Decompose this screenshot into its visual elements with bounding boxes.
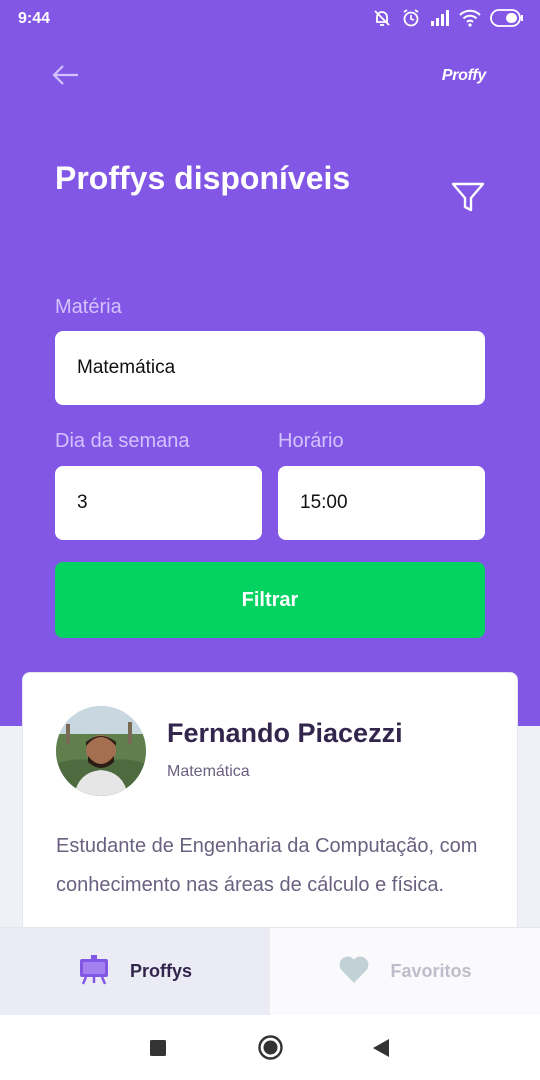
page-header: Proffy Proffys disponíveis Matéria Matem… — [0, 38, 540, 726]
home-circle-icon[interactable] — [258, 1035, 283, 1065]
tab-bar: Proffys Favoritos — [0, 927, 540, 1015]
subject-input[interactable]: Matemática — [55, 331, 485, 405]
teacher-subject: Matemática — [167, 763, 250, 780]
brand-logo: Proffy — [441, 67, 486, 84]
recents-square-icon[interactable] — [149, 1039, 167, 1062]
heart-icon — [338, 954, 370, 989]
alarm-icon — [401, 8, 421, 33]
filter-submit-button[interactable]: Filtrar — [55, 562, 485, 638]
subject-label: Matéria — [55, 296, 122, 318]
time-label: Horário — [278, 430, 344, 452]
signal-icon — [430, 10, 450, 31]
filter-icon — [450, 182, 486, 219]
page-title: Proffys disponíveis — [55, 160, 351, 196]
weekday-input[interactable]: 3 — [55, 466, 262, 540]
avatar — [56, 706, 146, 796]
filter-toggle-button[interactable] — [450, 179, 486, 215]
teacher-bio: Estudante de Engenharia da Computação, c… — [56, 835, 478, 896]
status-bar: 9:44 — [0, 0, 540, 38]
wifi-icon — [459, 9, 481, 32]
arrow-left-icon — [52, 64, 80, 90]
back-button[interactable] — [52, 64, 82, 90]
status-time: 9:44 — [18, 10, 51, 27]
tab-favoritos[interactable]: Favoritos — [270, 928, 540, 1015]
mute-alarm-icon — [372, 8, 392, 33]
back-triangle-icon[interactable] — [372, 1038, 390, 1063]
weekday-label: Dia da semana — [55, 430, 190, 452]
tab-proffys[interactable]: Proffys — [0, 928, 270, 1015]
tab-proffys-label: Proffys — [129, 961, 192, 981]
time-input[interactable]: 15:00 — [278, 466, 485, 540]
tab-favoritos-label: Favoritos — [390, 961, 472, 981]
teacher-name: Fernando Piacezzi — [167, 718, 403, 748]
easel-icon — [78, 953, 110, 990]
status-icons — [372, 8, 524, 33]
system-nav-bar — [0, 1015, 540, 1080]
battery-icon — [490, 9, 524, 32]
